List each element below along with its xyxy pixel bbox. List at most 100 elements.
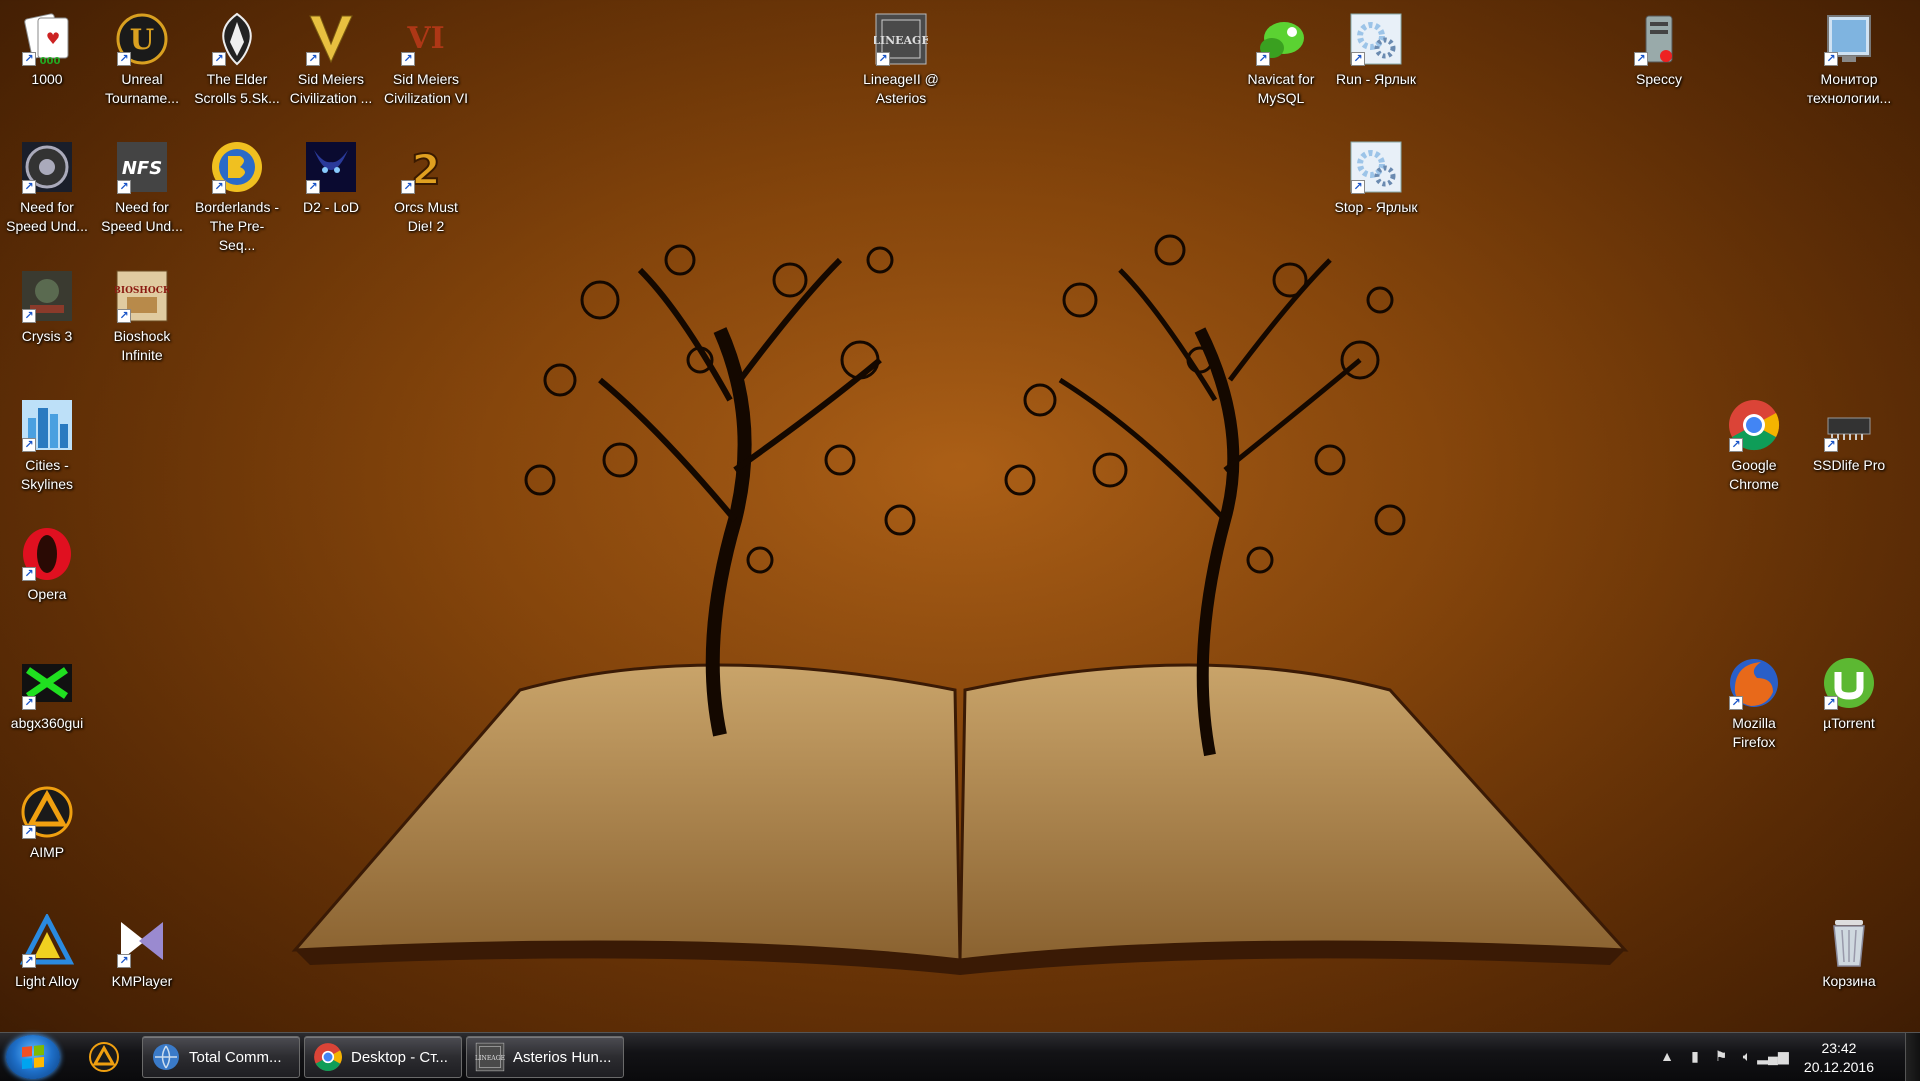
desktop-icon[interactable]: ↗ abgx360gui [2, 648, 92, 733]
desktop-icon-label: Sid Meiers Civilization VI [383, 71, 469, 106]
desktop-icon-label: Cities - Skylines [20, 457, 74, 492]
desktop-icon[interactable]: ↗ AIMP [2, 777, 92, 862]
desktop-icon-label: Google Chrome [1729, 457, 1779, 492]
desktop-icon[interactable]: ↗ Stop - Ярлык [1331, 132, 1421, 217]
lineage-icon: LINEAGE [475, 1042, 505, 1072]
nfs-logo-icon: NFS ↗ [113, 138, 171, 196]
desktop-icon[interactable]: ↗ Crysis 3 [2, 261, 92, 346]
desktop-icon[interactable]: ↗ The Elder Scrolls 5.Sk... [192, 4, 282, 108]
utorrent-icon: ↗ [1820, 654, 1878, 712]
shortcut-arrow-icon: ↗ [306, 52, 320, 66]
action-center-flag-icon[interactable]: ⚑ [1712, 1047, 1730, 1065]
nfs-wheel-icon: ↗ [18, 138, 76, 196]
svg-text:000: 000 [40, 56, 61, 66]
desktop-icon[interactable]: ↗ Sid Meiers Civilization ... [286, 4, 376, 108]
desktop-icon[interactable]: ↗ Light Alloy [2, 906, 92, 991]
civ6-icon: VI ↗ [397, 10, 455, 68]
taskbar-task-button[interactable]: Desktop - Ст... [304, 1036, 462, 1078]
show-desktop-button[interactable] [1905, 1033, 1920, 1081]
show-hidden-icons-icon[interactable]: ▲ [1658, 1047, 1676, 1065]
shortcut-arrow-icon: ↗ [1634, 52, 1648, 66]
desktop-icon[interactable]: ↗ Run - Ярлык [1331, 4, 1421, 89]
shortcut-arrow-icon: ↗ [22, 180, 36, 194]
shortcut-arrow-icon: ↗ [117, 309, 131, 323]
shortcut-arrow-icon: ↗ [212, 180, 226, 194]
shortcut-arrow-icon: ↗ [1351, 52, 1365, 66]
desktop-icon[interactable]: ↗ D2 - LoD [286, 132, 376, 217]
safely-remove-hardware-icon[interactable]: ▮ [1686, 1047, 1704, 1065]
desktop-icon[interactable]: ↗ Google Chrome [1709, 390, 1799, 494]
start-button[interactable] [6, 1035, 60, 1079]
desktop-icon[interactable]: VI ↗ Sid Meiers Civilization VI [381, 4, 471, 108]
desktop-icon[interactable]: NFS ↗ Need for Speed Und... [97, 132, 187, 236]
shortcut-arrow-icon: ↗ [22, 438, 36, 452]
desktop-icon[interactable]: ↗ µTorrent [1804, 648, 1894, 733]
orcs-icon: 2 ↗ [397, 138, 455, 196]
shortcut-arrow-icon: ↗ [401, 52, 415, 66]
recycle-bin-icon [1820, 912, 1878, 970]
navicat-icon: ↗ [1252, 10, 1310, 68]
shortcut-arrow-icon: ↗ [1824, 438, 1838, 452]
desktop-icon-label: Sid Meiers Civilization ... [289, 71, 373, 106]
taskbar-pin-aimp[interactable] [76, 1037, 132, 1077]
desktop-icon[interactable]: ↗ Need for Speed Und... [2, 132, 92, 236]
kmplayer-icon: ↗ [113, 912, 171, 970]
desktop-icon[interactable]: LINEAGE ↗ LineageII @ Asterios [856, 4, 946, 108]
desktop-icon-label: Opera [27, 586, 67, 602]
desktop-icon[interactable]: ↗ KMPlayer [97, 906, 187, 991]
desktop-icon[interactable]: BIOSHOCK ↗ Bioshock Infinite [97, 261, 187, 365]
volume-icon[interactable]: 🔈︎ [1738, 1047, 1756, 1065]
desktop-icon[interactable]: ↗ Opera [2, 519, 92, 604]
shortcut-arrow-icon: ↗ [1824, 696, 1838, 710]
shortcut-arrow-icon: ↗ [1729, 696, 1743, 710]
desktop-icon-label: Orcs Must Die! 2 [394, 199, 458, 234]
svg-text:VI: VI [406, 21, 444, 56]
desktop-icon[interactable]: U ↗ Unreal Tourname... [97, 4, 187, 108]
shortcut-arrow-icon: ↗ [1256, 52, 1270, 66]
desktop-icon[interactable]: Корзина [1804, 906, 1894, 991]
desktop-icon[interactable]: ↗ Монитор технологии... [1804, 4, 1894, 108]
civ5-icon: ↗ [302, 10, 360, 68]
unreal-icon: U ↗ [113, 10, 171, 68]
abgx-icon: ↗ [18, 654, 76, 712]
ssd-icon: ↗ [1820, 396, 1878, 454]
desktop-icon[interactable]: ↗ Navicat for MySQL [1236, 4, 1326, 108]
desktop-icon[interactable]: ♥ 000 ↗ 1000 [2, 4, 92, 89]
desktop-icon-label: Bioshock Infinite [113, 328, 171, 363]
desktop-icon-label: The Elder Scrolls 5.Sk... [194, 71, 280, 106]
desktop-icon-label: 1000 [31, 71, 63, 87]
svg-text:BIOSHOCK: BIOSHOCK [115, 286, 169, 296]
desktop-icon[interactable]: 2 ↗ Orcs Must Die! 2 [381, 132, 471, 236]
desktop-icon[interactable]: ↗ Cities - Skylines [2, 390, 92, 494]
aimp-icon: ↗ [18, 783, 76, 841]
shortcut-arrow-icon: ↗ [306, 180, 320, 194]
network-icon[interactable]: ▂▄▆ [1757, 1047, 1788, 1065]
desktop-icon-label: Need for Speed Und... [101, 199, 183, 234]
desktop-icon-label: Корзина [1822, 973, 1876, 989]
clock[interactable]: 23:42 20.12.2016 [1804, 1039, 1874, 1077]
desktop-icon-label: AIMP [29, 844, 65, 860]
chrome-icon: ↗ [1725, 396, 1783, 454]
taskbar-task-button[interactable]: LINEAGE Asterios Hun... [466, 1036, 624, 1078]
desktop-icon-label: µTorrent [1823, 715, 1875, 731]
desktop-icon[interactable]: ↗ SSDlife Pro [1804, 390, 1894, 475]
desktop-icon-label: D2 - LoD [302, 199, 360, 215]
taskbar-task-button[interactable]: Total Comm... [142, 1036, 300, 1078]
shortcut-arrow-icon: ↗ [22, 696, 36, 710]
desktop-icon-label: Need for Speed Und... [6, 199, 88, 234]
windows-logo-icon [22, 1044, 44, 1070]
lineage-icon: LINEAGE ↗ [872, 10, 930, 68]
shortcut-arrow-icon: ↗ [876, 52, 890, 66]
svg-text:U: U [130, 23, 154, 56]
desktop-icon-label: Mozilla Firefox [1732, 715, 1776, 750]
shortcut-arrow-icon: ↗ [22, 954, 36, 968]
desktop-icon[interactable]: ↗ Mozilla Firefox [1709, 648, 1799, 752]
desktop-icon[interactable]: ↗ Borderlands - The Pre-Seq... [192, 132, 282, 255]
cities-icon: ↗ [18, 396, 76, 454]
shortcut-arrow-icon: ↗ [22, 309, 36, 323]
crysis-icon: ↗ [18, 267, 76, 325]
desktop-icon[interactable]: ↗ Speccy [1614, 4, 1704, 89]
shortcut-arrow-icon: ↗ [1351, 180, 1365, 194]
opera-icon: ↗ [18, 525, 76, 583]
shortcut-arrow-icon: ↗ [117, 180, 131, 194]
